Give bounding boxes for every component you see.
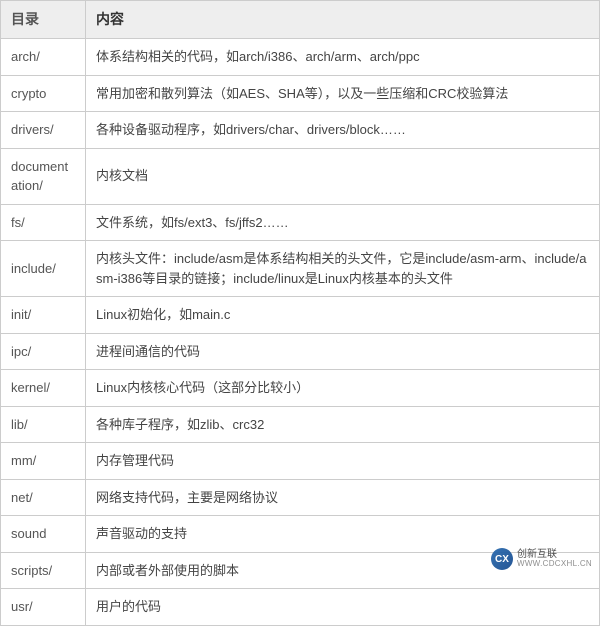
table-row: kernel/Linux内核核心代码（这部分比较小） — [1, 370, 600, 407]
table-body: arch/体系结构相关的代码，如arch/i386、arch/arm、arch/… — [1, 39, 600, 626]
table-row: fs/文件系统，如fs/ext3、fs/jffs2…… — [1, 204, 600, 241]
cell-desc: 内核头文件：include/asm是体系结构相关的头文件，它是include/a… — [86, 241, 600, 297]
cell-dir: kernel/ — [1, 370, 86, 407]
table-header-row: 目录 内容 — [1, 1, 600, 39]
cell-desc: 声音驱动的支持 — [86, 516, 600, 553]
cell-desc: 进程间通信的代码 — [86, 333, 600, 370]
cell-dir: drivers/ — [1, 112, 86, 149]
cell-desc: 用户的代码 — [86, 589, 600, 626]
table-row: arch/体系结构相关的代码，如arch/i386、arch/arm、arch/… — [1, 39, 600, 76]
cell-dir: crypto — [1, 75, 86, 112]
header-desc: 内容 — [86, 1, 600, 39]
cell-desc: 文件系统，如fs/ext3、fs/jffs2…… — [86, 204, 600, 241]
cell-dir: scripts/ — [1, 552, 86, 589]
cell-desc: Linux内核核心代码（这部分比较小） — [86, 370, 600, 407]
table-row: net/网络支持代码，主要是网络协议 — [1, 479, 600, 516]
cell-dir: net/ — [1, 479, 86, 516]
table-row: drivers/各种设备驱动程序，如drivers/char、drivers/b… — [1, 112, 600, 149]
cell-desc: 各种设备驱动程序，如drivers/char、drivers/block…… — [86, 112, 600, 149]
table-row: lib/各种库子程序，如zlib、crc32 — [1, 406, 600, 443]
cell-dir: arch/ — [1, 39, 86, 76]
cell-desc: 内存管理代码 — [86, 443, 600, 480]
table-row: crypto常用加密和散列算法（如AES、SHA等），以及一些压缩和CRC校验算… — [1, 75, 600, 112]
cell-dir: documentation/ — [1, 148, 86, 204]
cell-dir: include/ — [1, 241, 86, 297]
table-row: usr/用户的代码 — [1, 589, 600, 626]
cell-desc: 各种库子程序，如zlib、crc32 — [86, 406, 600, 443]
watermark: CX 创新互联 WWW.CDCXHL.CN — [491, 548, 592, 570]
cell-dir: ipc/ — [1, 333, 86, 370]
table-row: mm/内存管理代码 — [1, 443, 600, 480]
cell-dir: fs/ — [1, 204, 86, 241]
cell-dir: sound — [1, 516, 86, 553]
cell-dir: init/ — [1, 297, 86, 334]
table-row: init/Linux初始化，如main.c — [1, 297, 600, 334]
table-row: sound声音驱动的支持 — [1, 516, 600, 553]
watermark-text: 创新互联 WWW.CDCXHL.CN — [517, 549, 592, 569]
cell-desc: Linux初始化，如main.c — [86, 297, 600, 334]
cell-dir: mm/ — [1, 443, 86, 480]
cell-desc: 常用加密和散列算法（如AES、SHA等），以及一些压缩和CRC校验算法 — [86, 75, 600, 112]
cell-dir: usr/ — [1, 589, 86, 626]
cell-desc: 内核文档 — [86, 148, 600, 204]
watermark-subtitle: WWW.CDCXHL.CN — [517, 560, 592, 569]
cell-desc: 体系结构相关的代码，如arch/i386、arch/arm、arch/ppc — [86, 39, 600, 76]
table-row: ipc/进程间通信的代码 — [1, 333, 600, 370]
header-dir: 目录 — [1, 1, 86, 39]
directory-table: 目录 内容 arch/体系结构相关的代码，如arch/i386、arch/arm… — [0, 0, 600, 626]
cell-desc: 网络支持代码，主要是网络协议 — [86, 479, 600, 516]
watermark-logo-icon: CX — [491, 548, 513, 570]
table-row: include/内核头文件：include/asm是体系结构相关的头文件，它是i… — [1, 241, 600, 297]
table-row: documentation/内核文档 — [1, 148, 600, 204]
cell-dir: lib/ — [1, 406, 86, 443]
